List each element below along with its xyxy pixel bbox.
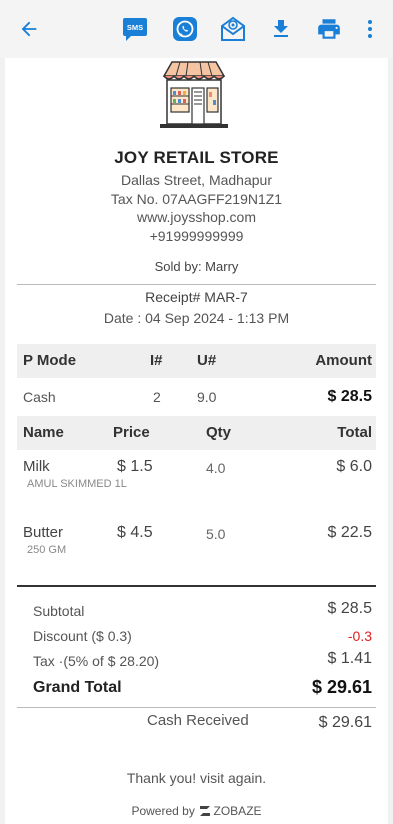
payment-table-header: P Mode I# U# Amount bbox=[17, 344, 376, 378]
download-icon bbox=[274, 20, 288, 37]
header-qty: Qty bbox=[206, 424, 232, 441]
email-share-button[interactable] bbox=[218, 14, 248, 44]
subtotal-value: $ 28.5 bbox=[327, 600, 372, 617]
grand-total-value: $ 29.61 bbox=[311, 677, 372, 697]
print-button[interactable] bbox=[314, 14, 344, 44]
sms-icon-label: SMS bbox=[127, 23, 143, 32]
divider bbox=[17, 585, 376, 587]
item-description: 250 GM bbox=[27, 544, 67, 556]
powered-by: Powered by ZOBAZE bbox=[5, 804, 388, 818]
item-qty: 4.0 bbox=[206, 460, 226, 476]
store-address: Dallas Street, Madhapur bbox=[121, 172, 272, 188]
item-description: AMUL SKIMMED 1L bbox=[27, 478, 127, 490]
item-total: $ 22.5 bbox=[327, 524, 372, 541]
sms-share-button[interactable]: SMS bbox=[120, 14, 150, 44]
divider bbox=[17, 284, 376, 285]
receipt-paper: JOY RETAIL STORE Dallas Street, Madhapur… bbox=[5, 58, 388, 824]
header-price: Price bbox=[113, 424, 150, 441]
thank-you-message: Thank you! visit again. bbox=[126, 770, 267, 786]
subtotal-label: Subtotal bbox=[33, 603, 85, 619]
arrow-left-icon bbox=[21, 21, 37, 37]
whatsapp-icon bbox=[173, 17, 197, 41]
header-amount: Amount bbox=[315, 352, 372, 369]
more-options-button[interactable] bbox=[360, 14, 380, 44]
brand-name: ZOBAZE bbox=[213, 804, 262, 818]
powered-by-text: Powered by bbox=[131, 804, 195, 818]
receipt-number: Receipt# MAR-7 bbox=[145, 289, 248, 305]
item-count: 2 bbox=[153, 389, 161, 405]
header-name: Name bbox=[23, 424, 64, 441]
tax-label: Tax ·(5% of $ 28.20) bbox=[33, 653, 160, 669]
divider bbox=[17, 707, 376, 708]
item-name: Butter bbox=[23, 524, 64, 541]
header-item-count: I# bbox=[150, 352, 163, 369]
zobaze-logo-icon bbox=[200, 806, 211, 816]
store-name: JOY RETAIL STORE bbox=[114, 148, 279, 167]
store-phone: +91999999999 bbox=[149, 228, 244, 244]
store-website: www.joysshop.com bbox=[136, 209, 257, 225]
item-total: $ 6.0 bbox=[336, 458, 372, 475]
top-toolbar: SMS bbox=[0, 0, 393, 58]
discount-label: Discount ($ 0.3) bbox=[33, 628, 132, 644]
cash-received-value: $ 29.61 bbox=[318, 714, 372, 731]
store-tax-number: Tax No. 07AAGFF219N1Z1 bbox=[110, 191, 283, 207]
email-at-icon bbox=[221, 16, 245, 41]
item-qty: 5.0 bbox=[206, 526, 226, 542]
header-total: Total bbox=[337, 424, 372, 441]
payment-amount: $ 28.5 bbox=[327, 388, 372, 405]
item-price: $ 1.5 bbox=[117, 458, 153, 475]
cash-received-label: Cash Received bbox=[147, 712, 249, 729]
payment-mode: Cash bbox=[23, 389, 56, 405]
grand-total-label: Grand Total bbox=[33, 679, 122, 696]
items-table-header: Name Price Qty Total bbox=[17, 416, 376, 450]
tax-value: $ 1.41 bbox=[327, 650, 372, 667]
store-logo bbox=[160, 61, 228, 128]
item-price: $ 4.5 bbox=[117, 524, 153, 541]
download-button[interactable] bbox=[266, 14, 296, 44]
sold-by: Sold by: Marry bbox=[154, 259, 239, 274]
printer-icon bbox=[318, 19, 340, 39]
whatsapp-share-button[interactable] bbox=[170, 14, 200, 44]
header-payment-mode: P Mode bbox=[23, 352, 77, 369]
unit-count: 9.0 bbox=[197, 389, 217, 405]
sms-icon: SMS bbox=[123, 18, 147, 41]
header-unit-count: U# bbox=[197, 352, 217, 369]
back-button[interactable] bbox=[14, 14, 44, 44]
receipt-date: Date : 04 Sep 2024 - 1:13 PM bbox=[103, 310, 290, 326]
item-name: Milk bbox=[23, 458, 50, 475]
payment-row: Cash 2 9.0 $ 28.5 bbox=[17, 378, 376, 416]
discount-value: -0.3 bbox=[347, 628, 372, 644]
more-vertical-icon bbox=[368, 20, 372, 38]
